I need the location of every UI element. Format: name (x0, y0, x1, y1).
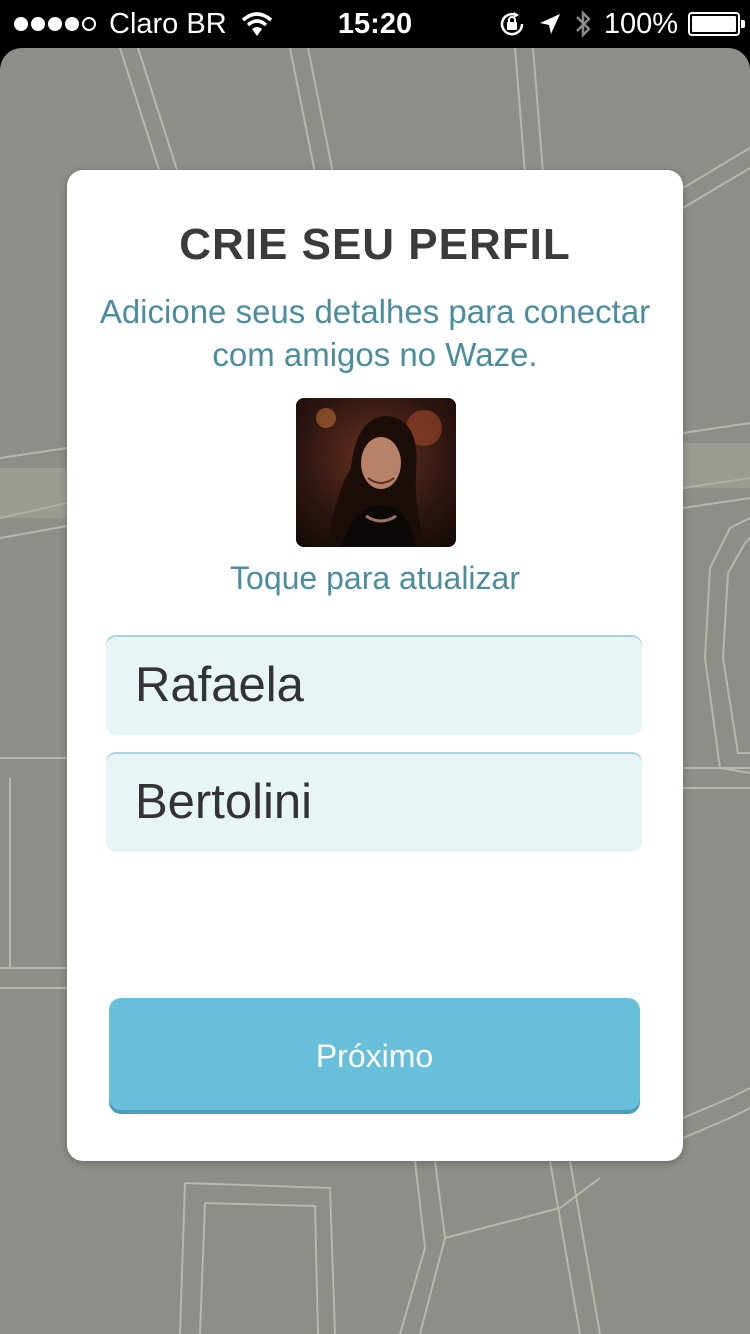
create-profile-dialog: CRIE SEU PERFIL Adicione seus detalhes p… (67, 170, 683, 1161)
signal-strength-icon (14, 17, 99, 31)
first-name-field[interactable]: Rafaela (106, 635, 642, 735)
dialog-subtitle: Adicione seus detalhes para conectar com… (99, 293, 651, 373)
status-bar: Claro BR 15:20 100% (0, 0, 750, 48)
battery-percentage: 100% (603, 8, 678, 40)
last-name-field[interactable]: Bertolini (106, 752, 642, 852)
status-bar-left: Claro BR (14, 0, 273, 48)
location-arrow-icon (538, 12, 562, 36)
orientation-lock-icon (498, 10, 526, 38)
dialog-title: CRIE SEU PERFIL (179, 220, 571, 269)
battery-icon (688, 12, 745, 36)
bluetooth-icon (574, 9, 592, 39)
screen: Claro BR 15:20 100% CRIE SEU PERFIL Adic… (0, 0, 750, 1334)
profile-photo[interactable] (296, 398, 456, 547)
tap-to-update-label[interactable]: Toque para atualizar (67, 560, 683, 597)
next-button[interactable]: Próximo (109, 998, 640, 1110)
status-bar-right: 100% (498, 0, 745, 48)
profile-photo-image (296, 398, 456, 547)
wifi-icon (241, 12, 272, 36)
carrier-name: Claro BR (109, 8, 227, 40)
